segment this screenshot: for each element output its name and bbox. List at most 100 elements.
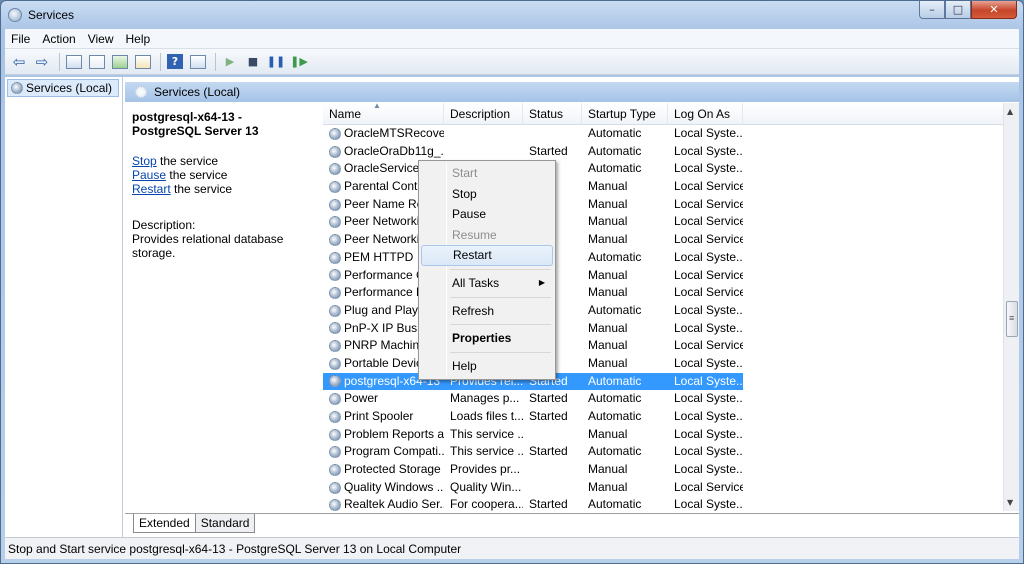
- grip-icon: ≡: [1009, 313, 1015, 323]
- minimize-button[interactable]: –: [919, 1, 945, 19]
- menu-view[interactable]: View: [82, 32, 120, 46]
- service-gear-icon: [329, 233, 341, 246]
- table-row[interactable]: Program Compati... This service ... Starte…: [323, 443, 1003, 461]
- back-arrow-icon[interactable]: ⇦: [9, 53, 29, 71]
- toolbar-separator: [215, 52, 216, 71]
- details-pane: Services (Local) postgresql-x64-13 - Pos…: [125, 77, 1019, 537]
- pause-service-link[interactable]: Pause: [132, 168, 166, 182]
- service-description-cell: Quality Win...: [450, 479, 522, 494]
- service-startup-type-cell: Manual: [588, 479, 628, 494]
- service-log-on-as-cell: Local Service: [674, 285, 743, 300]
- column-startup-type[interactable]: Startup Type: [582, 103, 668, 125]
- context-menu-item-refresh[interactable]: Refresh: [421, 301, 553, 322]
- pause-service-icon[interactable]: ❚❚: [266, 53, 286, 71]
- context-menu-separator: [421, 349, 553, 356]
- context-menu-item-all-tasks[interactable]: All Tasks ▶: [421, 273, 553, 294]
- table-row[interactable]: Quality Windows ... Quality Win... Manual L…: [323, 479, 1003, 497]
- menu-help[interactable]: Help: [120, 32, 157, 46]
- tab-extended[interactable]: Extended: [133, 514, 196, 533]
- service-actions: Stop the service Pause the service Resta…: [132, 154, 308, 196]
- service-name-text: Performance C: [344, 267, 425, 282]
- service-startup-type-cell: Manual: [588, 355, 628, 370]
- toolbar-separator: [160, 52, 161, 71]
- column-status[interactable]: Status: [523, 103, 582, 125]
- submenu-arrow-icon: ▶: [538, 277, 545, 287]
- table-row[interactable]: Protected Storage Provides pr... Manual Loc…: [323, 461, 1003, 479]
- context-menu: Start Stop Pause Resume Restart All Tasks ▶ Ref…: [418, 160, 556, 380]
- close-button[interactable]: ✕: [971, 1, 1017, 19]
- refresh-icon[interactable]: [110, 53, 130, 71]
- service-startup-type-cell: Manual: [588, 320, 628, 335]
- table-row[interactable]: Realtek Audio Ser... For coopera... Starte…: [323, 496, 1003, 511]
- service-gear-icon: [329, 322, 341, 335]
- menu-file[interactable]: File: [5, 32, 36, 46]
- service-name-text: Portable Devic: [344, 355, 423, 370]
- service-status-cell: Started: [529, 143, 568, 158]
- service-name-text: OracleMTSRecove...: [344, 126, 444, 140]
- menu-action[interactable]: Action: [36, 32, 81, 46]
- service-title: postgresql-x64-13 - PostgreSQL Server 13: [132, 110, 259, 138]
- service-status-cell: [523, 479, 582, 497]
- service-name-text: Parental Contr: [344, 179, 422, 194]
- service-name-cell: Protected Storage: [323, 461, 444, 479]
- service-log-on-as-cell: Local Syste...: [674, 426, 743, 441]
- tab-standard[interactable]: Standard: [194, 514, 256, 533]
- context-menu-item-stop[interactable]: Stop: [421, 184, 553, 205]
- help-icon[interactable]: ?: [165, 53, 185, 71]
- context-menu-item-help[interactable]: Help: [421, 356, 553, 377]
- context-menu-item-pause[interactable]: Pause: [421, 204, 553, 225]
- service-gear-icon: [329, 251, 341, 264]
- tree-item-services-local[interactable]: Services (Local): [7, 79, 119, 97]
- restart-service-link[interactable]: Restart: [132, 182, 171, 196]
- show-hide-tree-icon[interactable]: [64, 53, 84, 71]
- maximize-button[interactable]: □: [945, 1, 971, 19]
- title-bar[interactable]: Services – □ ✕: [1, 1, 1023, 29]
- service-startup-type-cell: Automatic: [588, 497, 642, 511]
- context-menu-item-start: Start: [452, 166, 478, 180]
- service-name-text: Peer Networkir: [344, 232, 424, 247]
- service-gear-icon: [329, 145, 341, 158]
- service-gear-icon: [329, 340, 341, 353]
- context-menu-separator: [421, 321, 553, 328]
- scroll-up-icon[interactable]: ▲: [1007, 107, 1013, 116]
- scroll-down-icon[interactable]: ▼: [1007, 498, 1013, 507]
- vertical-scrollbar[interactable]: ▲ ≡ ▼: [1003, 103, 1019, 511]
- list-header: Name ▲ Description Status Startup Type Lo…: [323, 101, 1003, 125]
- start-service-icon[interactable]: ▶: [220, 53, 240, 71]
- column-name[interactable]: Name ▲: [323, 101, 444, 125]
- export-list-icon[interactable]: [133, 53, 153, 71]
- properties-icon[interactable]: [87, 53, 107, 71]
- pane-header-title: Services (Local): [154, 85, 241, 99]
- context-menu-separator: [421, 266, 553, 273]
- stop-service-icon[interactable]: ■: [243, 53, 263, 71]
- table-row[interactable]: OracleOraDb11g_... Started Automatic Local …: [323, 143, 1003, 161]
- table-row[interactable]: OracleMTSRecove... Automatic Local Syste..…: [323, 125, 1003, 143]
- service-log-on-as-cell: Local Service: [674, 338, 743, 353]
- service-description-cell: [444, 143, 523, 161]
- service-gear-icon: [329, 287, 341, 300]
- show-hide-action-pane-icon[interactable]: [188, 53, 208, 71]
- service-name-cell: Quality Windows ...: [323, 479, 444, 497]
- table-row[interactable]: Problem Reports a... This service ... Manu…: [323, 426, 1003, 444]
- table-row[interactable]: Power Manages p... Started Automatic Local S…: [323, 390, 1003, 408]
- column-description[interactable]: Description: [444, 103, 523, 125]
- forward-arrow-icon[interactable]: ⇨: [32, 53, 52, 71]
- context-menu-item-properties[interactable]: Properties: [421, 328, 553, 349]
- resume-service-icon[interactable]: ❚▶: [289, 53, 309, 71]
- console-tree: Services (Local): [5, 77, 123, 537]
- description-label: Description:: [132, 218, 196, 232]
- service-name-text: Protected Storage: [344, 462, 441, 477]
- services-app-icon: [8, 8, 22, 22]
- service-gear-icon: [329, 269, 341, 282]
- column-log-on-as[interactable]: Log On As: [668, 103, 743, 125]
- service-log-on-as-cell: Local Syste...: [674, 391, 743, 406]
- context-menu-item-restart[interactable]: Restart: [421, 245, 553, 266]
- service-log-on-as-cell: Local Syste...: [674, 126, 743, 140]
- service-status-cell: [523, 125, 582, 143]
- service-name-text: Power: [344, 391, 379, 406]
- service-log-on-as-cell: Local Syste...: [674, 302, 743, 317]
- scroll-thumb[interactable]: ≡: [1006, 301, 1018, 337]
- service-gear-icon: [329, 163, 341, 176]
- table-row[interactable]: Print Spooler Loads files t... Started Auto…: [323, 408, 1003, 426]
- stop-service-link[interactable]: Stop: [132, 154, 157, 168]
